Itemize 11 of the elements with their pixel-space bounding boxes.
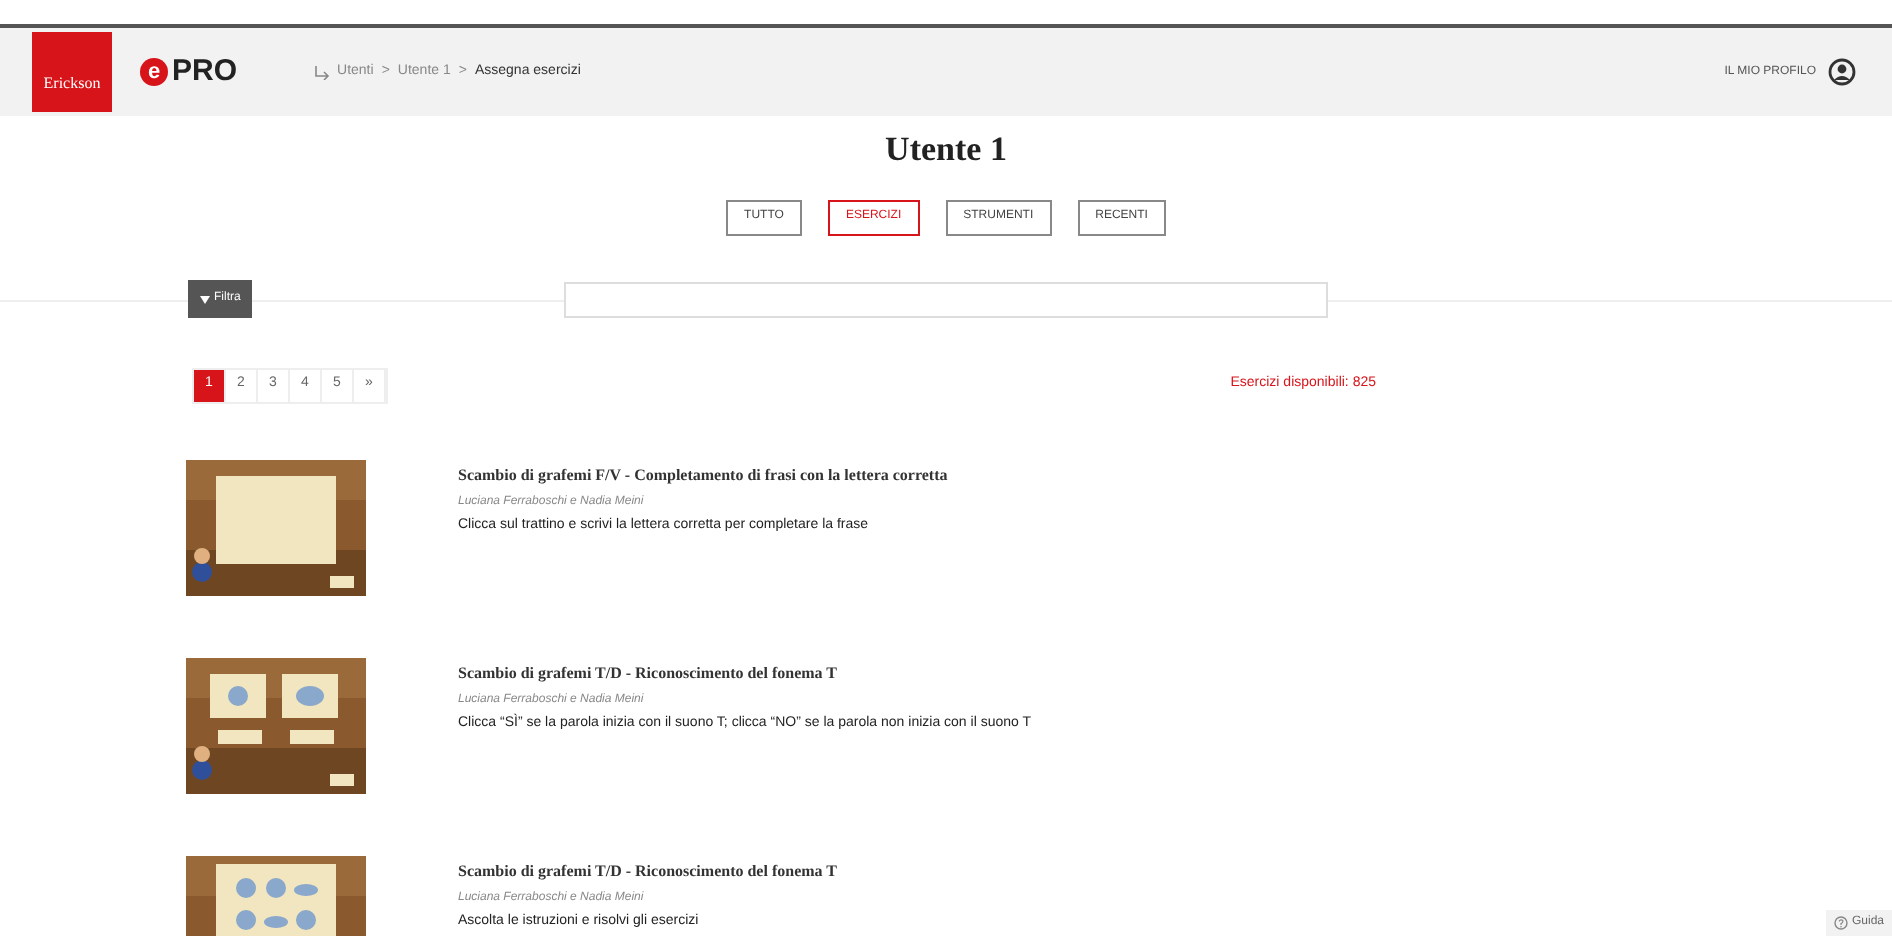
page-title: Utente 1 [885,128,1007,172]
exercise-title[interactable]: Scambio di grafemi T/D - Riconoscimento del fonema T [458,661,1031,685]
caret-icon [200,295,210,303]
logo[interactable]: Erickson [32,32,112,112]
search-field[interactable] [564,281,1329,317]
brand-logo[interactable]: e PRO [140,49,238,95]
exercise-title[interactable]: Scambio di grafemi T/D - Riconoscimento del fonema T [458,859,837,883]
return-arrow-icon [313,65,330,79]
help-icon [1833,916,1848,930]
exercise-title[interactable]: Scambio di grafemi F/V - Completamento di frasi con la lettera corretta [458,463,948,487]
user-icon[interactable] [1828,58,1856,86]
